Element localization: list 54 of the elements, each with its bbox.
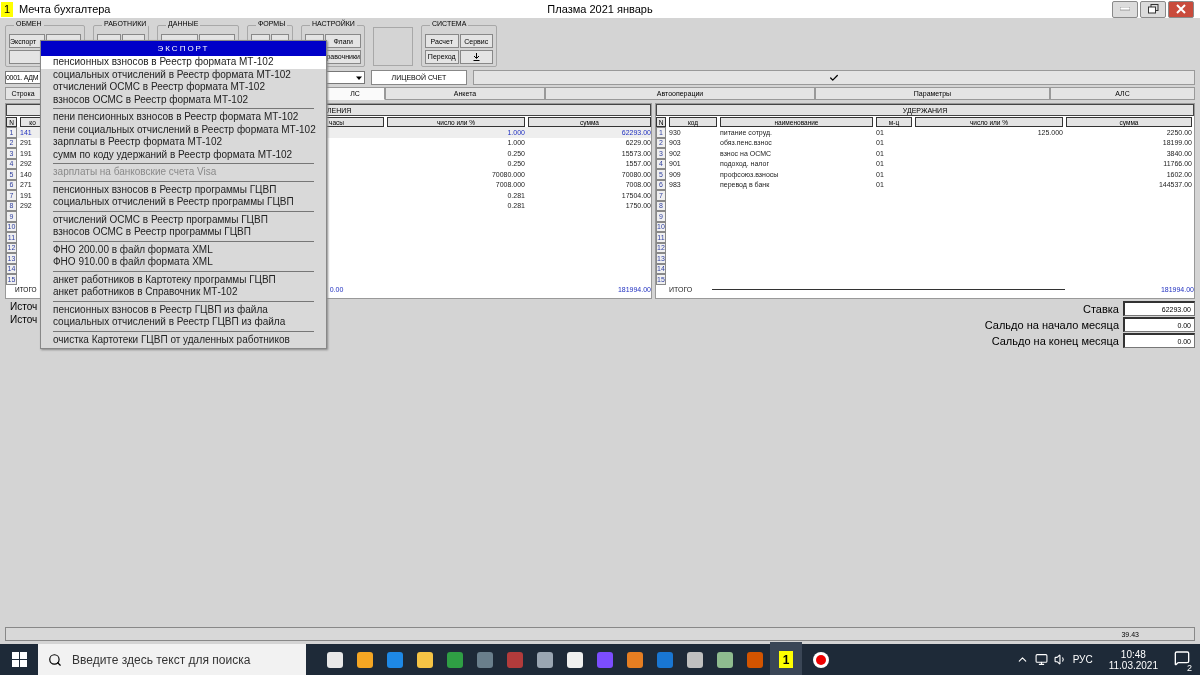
menu-item[interactable]: взносов ОСМС в Реестр формата МТ-102 <box>41 93 326 106</box>
speaker-icon[interactable] <box>1053 653 1067 666</box>
check-bar[interactable] <box>473 70 1195 85</box>
search-field[interactable]: Введите здесь текст для поиска <box>72 644 297 675</box>
notification-count: 2 <box>1185 662 1194 673</box>
menu-item[interactable]: очистка Картотеки ГЦВП от удаленных работников <box>41 333 326 346</box>
notifications-icon[interactable] <box>1174 649 1190 666</box>
source-label: Источ <box>10 314 38 325</box>
menu-item[interactable]: социальных отчислений в Реестр программы ГЦВП <box>41 196 326 209</box>
app-icon[interactable] <box>687 651 703 668</box>
monitor-icon[interactable] <box>1034 653 1048 666</box>
close-icon <box>1176 4 1186 14</box>
menu-item[interactable]: анкет работников в Картотеку программы ГЦВП <box>41 273 326 286</box>
app-icon[interactable] <box>417 651 433 668</box>
close-button[interactable] <box>1168 0 1194 18</box>
menu-item[interactable]: социальных отчислений в Реестр ГЦВП из файла <box>41 316 326 329</box>
source-label: Источ <box>10 301 38 312</box>
record-icon[interactable] <box>812 650 830 669</box>
app-icon[interactable] <box>327 651 343 668</box>
menu-item[interactable]: ФНО 910.00 в файл формата XML <box>41 256 326 269</box>
minimize-icon <box>1120 7 1130 11</box>
menu-item[interactable]: социальных отчислений в Реестр формата МТ-102 <box>41 68 326 81</box>
menu-item[interactable]: пенсионных взносов в Реестр ГЦВП из файла <box>41 303 326 316</box>
menu-title: ЭКСПОРТ <box>41 41 326 56</box>
window-title: Мечта бухгалтера <box>19 3 111 15</box>
menu-item[interactable]: отчислений ОСМС в Реестр формата МТ-102 <box>41 81 326 94</box>
menu-item[interactable]: ФНО 200.00 в файл формата XML <box>41 243 326 256</box>
language-indicator[interactable]: РУС <box>1072 654 1093 665</box>
restore-icon <box>1147 4 1159 14</box>
app-icon[interactable] <box>627 651 643 668</box>
balance-label: Сальдо на начало месяца <box>984 318 1119 331</box>
empty-panel <box>373 27 413 66</box>
menu-item[interactable]: анкет работников в Справочник МТ-102 <box>41 286 326 299</box>
menu-item[interactable]: взносов ОСМС в Реестр программы ГЦВП <box>41 226 326 239</box>
clock[interactable]: 10:48 11.03.2021 <box>1108 648 1158 671</box>
app-icon[interactable] <box>717 651 733 668</box>
search-box[interactable]: Введите здесь текст для поиска <box>38 644 306 675</box>
menu-item[interactable]: пенсионных взносов в Реестр формата МТ-102 <box>41 56 326 69</box>
menu-item[interactable]: пенсионных взносов в Реестр программы ГЦВП <box>41 183 326 196</box>
app-icon[interactable] <box>567 651 583 668</box>
menu-item[interactable]: зарплаты в Реестр формата МТ-102 <box>41 136 326 149</box>
restore-button[interactable] <box>1140 0 1166 18</box>
search-icon <box>48 652 62 667</box>
app-icon[interactable] <box>537 651 553 668</box>
balance-label: Ставка <box>1082 302 1119 315</box>
document-title: Плазма 2021 январь <box>547 3 653 15</box>
download-button[interactable] <box>459 49 493 64</box>
start-icon[interactable] <box>12 652 27 667</box>
app-icon[interactable] <box>357 651 373 668</box>
download-icon <box>472 52 480 61</box>
app-badge: 1 <box>1 1 13 17</box>
menu-item[interactable]: сумм по коду удержаний в Реестр формата МТ-102 <box>41 148 326 161</box>
menu-item[interactable]: отчислений ОСМС в Реестр программы ГЦВП <box>41 213 326 226</box>
balance-label: Сальдо на конец месяца <box>990 334 1119 347</box>
